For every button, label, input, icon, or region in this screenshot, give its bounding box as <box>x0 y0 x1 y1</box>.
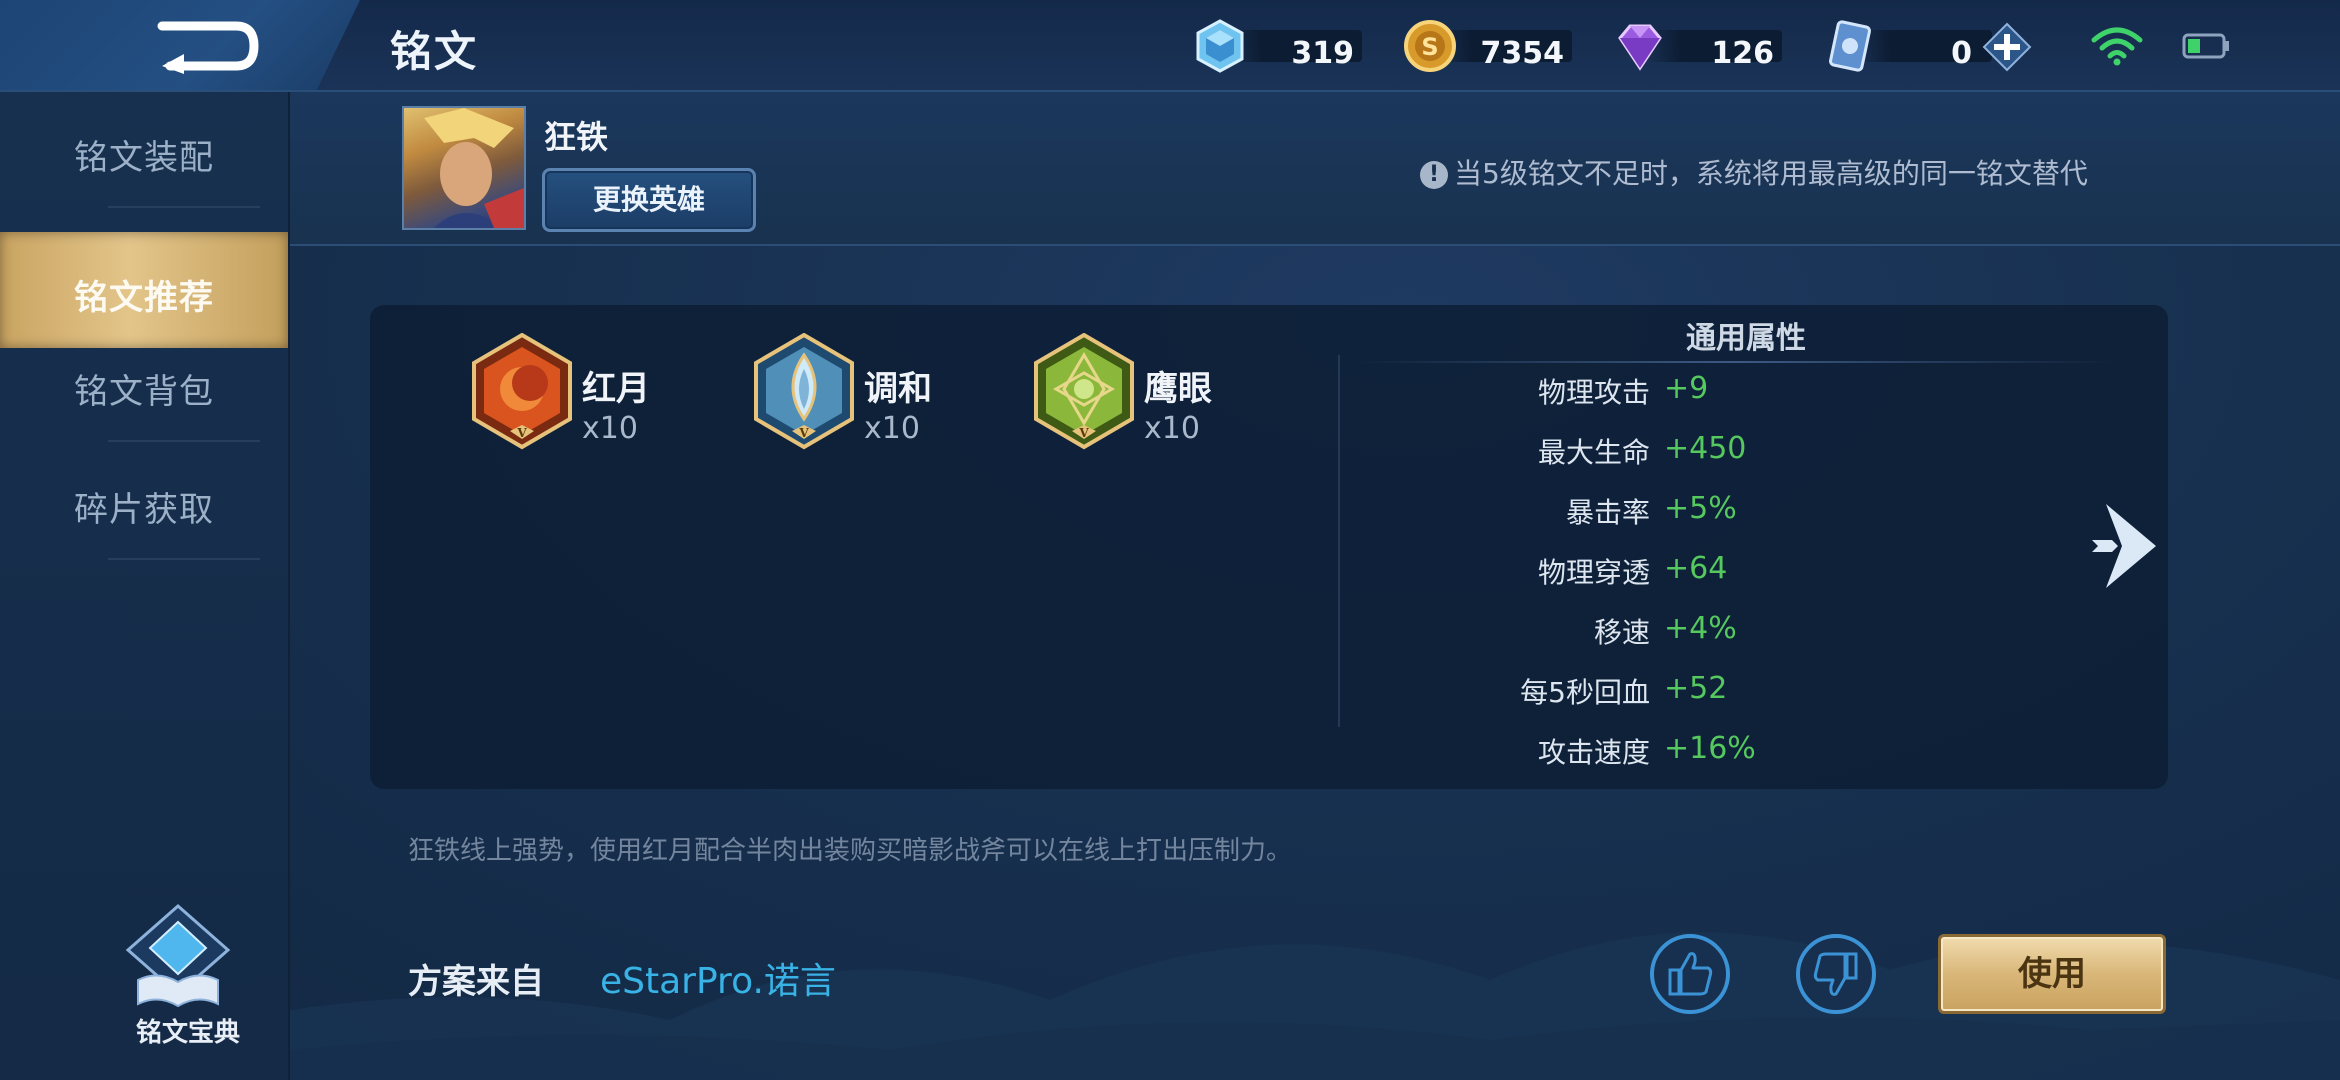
notice-text: ! 当5级铭文不足时，系统将用最高级的同一铭文替代 <box>1420 152 2088 192</box>
sidebar-item-label: 铭文装配 <box>74 138 214 178</box>
sidebar-item-label: 铭文背包 <box>74 372 214 412</box>
attribute-key: 移速 <box>1593 616 1650 649</box>
attribute-value: +9 <box>1664 371 1709 406</box>
attribute-row: 最大生命 +450 <box>1370 431 1970 475</box>
currency-gem-value: 126 <box>1711 36 1774 71</box>
attribute-row: 每5秒回血 +52 <box>1370 671 1970 715</box>
recommendation-description: 狂铁线上强势，使用红月配合半肉出装购买暗影战斧可以在线上打出压制力。 <box>408 836 1293 866</box>
currency-gold: 7354 S <box>1402 18 1572 72</box>
currency-gold-value: 7354 <box>1480 36 1565 71</box>
sidebar-item-label: 铭文推荐 <box>74 278 214 318</box>
attribute-value: +52 <box>1664 671 1728 706</box>
dislike-button[interactable] <box>1794 932 1878 1016</box>
rune-count: x10 <box>864 411 920 446</box>
chevron-right-icon <box>2092 504 2156 588</box>
source-label: 方案来自 <box>408 962 544 1002</box>
like-button[interactable] <box>1648 932 1732 1016</box>
hero-avatar-icon <box>424 108 524 228</box>
hawk-eye-rune-icon: V <box>1034 333 1134 450</box>
wifi-icon <box>2091 27 2143 66</box>
rune-item-hawk-eye[interactable]: V 鹰眼 x10 <box>1032 333 1292 463</box>
currency-gem: 126 <box>1612 18 1782 72</box>
attribute-value: +450 <box>1664 431 1747 466</box>
rune-item-red-moon[interactable]: V 红月 x10 <box>470 333 730 463</box>
attribute-value: +4% <box>1664 611 1737 646</box>
attributes-title: 通用属性 <box>1686 321 1806 356</box>
voucher-card-icon <box>1829 20 1871 72</box>
currency-diamond-value: 319 <box>1291 36 1354 71</box>
hero-portrait <box>402 106 526 230</box>
book-icon <box>125 904 231 1008</box>
rune-name: 调和 <box>864 369 932 409</box>
change-hero-button[interactable]: 更换英雄 <box>542 168 756 232</box>
use-button-label: 使用 <box>2018 954 2086 994</box>
rune-name: 红月 <box>582 369 650 409</box>
svg-text:S: S <box>1421 33 1438 61</box>
attribute-row: 物理穿透 +64 <box>1370 551 1970 595</box>
attribute-value: +5% <box>1664 491 1737 526</box>
rune-count: x10 <box>1144 411 1200 446</box>
plus-icon <box>1982 22 2032 72</box>
divider <box>108 558 260 560</box>
background-mountains <box>290 932 2340 1080</box>
rune-panel: V 红月 x10 V 调和 x10 V 鹰眼 x10 通用属性 物理攻击 +9 … <box>370 305 2168 789</box>
purple-gem-icon <box>1618 24 1662 71</box>
use-button[interactable]: 使用 <box>1938 934 2166 1014</box>
back-arrow-icon <box>157 21 259 74</box>
battery-icon <box>2182 33 2229 59</box>
sidebar-item-fragments[interactable]: 碎片获取 <box>0 444 288 560</box>
page-title: 铭文 <box>390 27 479 76</box>
attribute-key: 物理穿透 <box>1537 556 1650 589</box>
rune-count: x10 <box>582 411 638 446</box>
attribute-key: 攻击速度 <box>1537 736 1650 769</box>
source-author-link[interactable]: eStarPro.诺言 <box>600 952 836 1004</box>
crystal-icon <box>1196 19 1244 73</box>
currency-voucher: 0 <box>1822 18 1992 72</box>
top-bar: 铭文 319 7354 S 126 0 <box>0 0 2340 92</box>
harmony-rune-icon: V <box>754 333 854 450</box>
exclamation-icon: ! <box>1420 161 1448 189</box>
divider <box>108 206 260 208</box>
sidebar-item-rune-equip[interactable]: 铭文装配 <box>0 92 288 208</box>
attribute-row: 物理攻击 +9 <box>1370 371 1970 415</box>
gold-coin-icon: S <box>1404 20 1456 72</box>
attribute-row: 暴击率 +5% <box>1370 491 1970 535</box>
attribute-key: 暴击率 <box>1565 496 1650 529</box>
divider <box>1356 361 2116 363</box>
attribute-key: 物理攻击 <box>1537 376 1650 409</box>
rune-item-harmony[interactable]: V 调和 x10 <box>752 333 1012 463</box>
rune-name: 鹰眼 <box>1144 369 1212 409</box>
svg-text:V: V <box>1078 426 1089 440</box>
thumbs-up-icon <box>1650 934 1730 1014</box>
sidebar-item-label: 碎片获取 <box>74 490 214 530</box>
back-button[interactable] <box>150 18 260 74</box>
add-currency-button[interactable] <box>1982 22 2032 72</box>
next-page-button[interactable] <box>2092 496 2162 596</box>
change-hero-label: 更换英雄 <box>592 183 705 216</box>
thumbs-down-icon <box>1796 934 1876 1014</box>
sidebar-item-rune-bag[interactable]: 铭文背包 <box>0 326 288 442</box>
rune-codex-button[interactable]: 铭文宝典 <box>118 900 258 1048</box>
attribute-key: 每5秒回血 <box>1520 676 1650 709</box>
attribute-row: 移速 +4% <box>1370 611 1970 655</box>
hero-name: 狂铁 <box>544 118 609 156</box>
svg-text:V: V <box>798 426 809 440</box>
svg-text:V: V <box>516 426 527 440</box>
codex-label: 铭文宝典 <box>135 1018 240 1048</box>
divider <box>108 440 260 442</box>
attribute-value: +64 <box>1664 551 1728 586</box>
red-moon-rune-icon: V <box>472 333 572 450</box>
currency-voucher-value: 0 <box>1951 36 1972 71</box>
attribute-row: 攻击速度 +16% <box>1370 731 1970 775</box>
attribute-value: +16% <box>1664 731 1756 766</box>
attribute-key: 最大生命 <box>1537 436 1650 469</box>
divider <box>1338 355 1340 727</box>
currency-diamond: 319 <box>1192 18 1362 73</box>
